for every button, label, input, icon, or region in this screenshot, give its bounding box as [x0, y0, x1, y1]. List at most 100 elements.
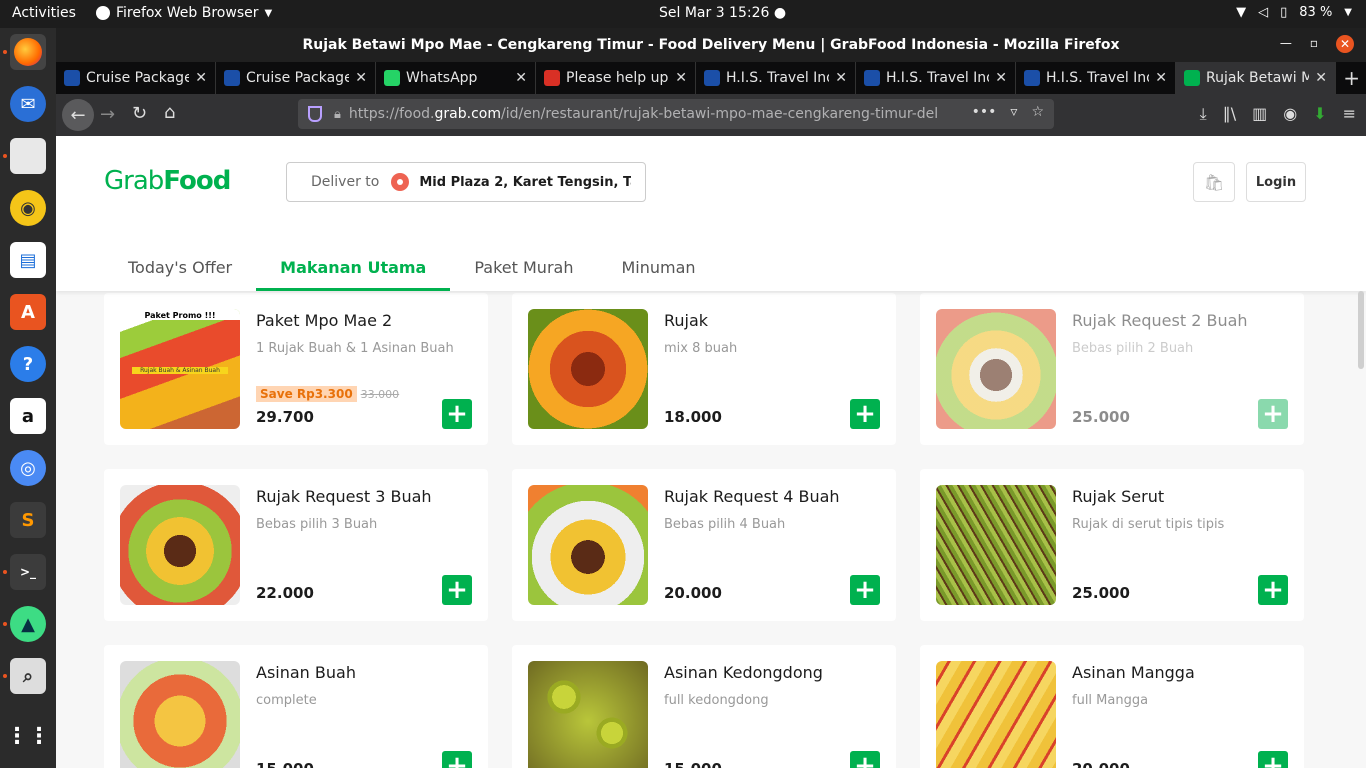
login-button[interactable]: Login	[1246, 162, 1306, 202]
food-image[interactable]	[528, 485, 648, 605]
add-to-cart-button[interactable]: +	[850, 575, 880, 605]
bookmark-star-icon[interactable]: ☆	[1031, 104, 1044, 120]
lock-icon[interactable]: 🔒︎	[334, 107, 341, 122]
web-page: Paket Promo !!! Rujak Buah & Asinan Buah P…	[56, 136, 1366, 768]
menu-tab[interactable]: Makanan Utama	[256, 243, 451, 291]
url-bar[interactable]: 🔒︎ https://food.grab.com/id/en/restauran…	[298, 99, 1054, 129]
browser-tab[interactable]: Please help up ✕	[536, 62, 696, 94]
food-image[interactable]	[936, 309, 1056, 429]
back-button[interactable]: ←	[62, 99, 94, 131]
close-window-icon[interactable]: ✕	[1336, 35, 1354, 53]
amazon-dock-icon[interactable]: a	[10, 398, 46, 434]
browser-tab[interactable]: H.I.S. Travel Indonesia ✕	[1016, 62, 1176, 94]
food-image[interactable]	[120, 485, 240, 605]
food-image[interactable]	[528, 661, 648, 768]
close-tab-icon[interactable]: ✕	[675, 70, 687, 86]
running-indicator	[3, 50, 7, 54]
sidebar-icon[interactable]: ▥	[1252, 104, 1267, 124]
menu-item-card[interactable]: Rujak Request 3 Buah Bebas pilih 3 Buah 22…	[104, 469, 488, 621]
close-tab-icon[interactable]: ✕	[195, 70, 207, 86]
new-tab-icon[interactable]: +	[1343, 66, 1360, 90]
menu-item-card[interactable]: Rujak Request 4 Buah Bebas pilih 4 Buah 20…	[512, 469, 896, 621]
menu-item-card[interactable]: Rujak mix 8 buah 18.000 +	[512, 293, 896, 445]
food-image[interactable]	[120, 661, 240, 768]
close-tab-icon[interactable]: ✕	[355, 70, 367, 86]
menu-item-card[interactable]: Asinan Kedongdong full kedongdong 15.000 +	[512, 645, 896, 768]
url-text[interactable]: https://food.grab.com/id/en/restaurant/r…	[349, 106, 939, 122]
add-to-cart-button[interactable]: +	[442, 399, 472, 429]
clock-label: Sel Mar 3 15:26	[659, 5, 770, 21]
activities-button[interactable]: Activities	[12, 5, 76, 21]
menu-item-card[interactable]: Rujak Request 2 Buah Bebas pilih 2 Buah 25…	[920, 293, 1304, 445]
add-to-cart-button[interactable]: +	[1258, 575, 1288, 605]
thunderbird-dock-icon[interactable]: ✉	[10, 86, 46, 122]
extension-icon[interactable]: ⬇	[1313, 104, 1326, 124]
android-studio-dock-icon[interactable]: ▲	[10, 606, 46, 642]
page-scrollbar[interactable]	[1358, 291, 1364, 369]
browser-tab[interactable]: Rujak Betawi Mpo Mae ✕	[1176, 62, 1336, 94]
menu-item-card[interactable]: Paket Promo !!! Rujak Buah & Asinan Buah P…	[104, 293, 488, 445]
downloads-icon[interactable]: ⤓	[1200, 104, 1207, 124]
cart-button[interactable]: 🛍︎	[1193, 162, 1235, 202]
files-dock-icon[interactable]	[10, 138, 46, 174]
old-price: 33.000	[360, 388, 400, 401]
gmail-icon	[544, 70, 560, 86]
menu-tab[interactable]: Today's Offer	[104, 243, 256, 291]
browser-tab[interactable]: Cruise Packages ✕	[56, 62, 216, 94]
chromium-dock-icon[interactable]: ◎	[10, 450, 46, 486]
close-tab-icon[interactable]: ✕	[1155, 70, 1167, 86]
add-to-cart-button[interactable]: +	[442, 575, 472, 605]
writer-dock-icon[interactable]: ▤	[10, 242, 46, 278]
hamburger-menu-icon[interactable]: ≡	[1343, 104, 1356, 124]
menu-item-card[interactable]: Asinan Buah complete 15.000 +	[104, 645, 488, 768]
firefox-dock-icon[interactable]	[10, 34, 46, 70]
his-icon	[704, 70, 720, 86]
browser-tab[interactable]: H.I.S. Travel Indonesia ✕	[856, 62, 1016, 94]
food-image[interactable]: Paket Promo !!! Rujak Buah & Asinan Buah	[120, 309, 240, 429]
clock[interactable]: Sel Mar 3 15:26 ●	[659, 5, 786, 21]
add-to-cart-button[interactable]: +	[850, 399, 880, 429]
add-to-cart-button[interactable]: +	[1258, 751, 1288, 768]
forward-button[interactable]: →	[100, 104, 115, 125]
maximize-icon[interactable]: ▫	[1310, 36, 1318, 53]
menu-item-card[interactable]: Rujak Serut Rujak di serut tipis tipis 25.…	[920, 469, 1304, 621]
food-image[interactable]	[528, 309, 648, 429]
browser-tab[interactable]: Cruise Packages ✕	[216, 62, 376, 94]
menu-tab[interactable]: Minuman	[597, 243, 719, 291]
app-menu[interactable]: Firefox Web Browser ▼	[96, 5, 272, 21]
add-to-cart-button[interactable]: +	[1258, 399, 1288, 429]
sublime-dock-icon[interactable]: S	[10, 502, 46, 538]
reload-icon[interactable]: ↻	[132, 103, 147, 124]
system-tray[interactable]: ▼ ◁ ▯ 83 % ▼	[1236, 5, 1352, 20]
close-tab-icon[interactable]: ✕	[995, 70, 1007, 86]
battery-icon: ▯	[1280, 5, 1288, 20]
home-icon[interactable]: ⌂	[164, 102, 175, 123]
close-tab-icon[interactable]: ✕	[835, 70, 847, 86]
terminal-dock-icon[interactable]: >_	[10, 554, 46, 590]
tab-title: H.I.S. Travel Indonesia	[1046, 70, 1149, 86]
browser-tab[interactable]: WhatsApp ✕	[376, 62, 536, 94]
deliver-to-field[interactable]: Deliver to Mid Plaza 2, Karet Tengsin, T…	[286, 162, 646, 202]
account-icon[interactable]: ◉	[1283, 104, 1297, 124]
food-image[interactable]	[936, 661, 1056, 768]
minimize-icon[interactable]: —	[1280, 36, 1292, 53]
menu-item-card[interactable]: Asinan Mangga full Mangga 20.000 +	[920, 645, 1304, 768]
rhythmbox-dock-icon[interactable]: ◉	[10, 190, 46, 226]
search-dock-icon[interactable]: ⌕	[10, 658, 46, 694]
food-image[interactable]	[936, 485, 1056, 605]
help-dock-icon[interactable]: ?	[10, 346, 46, 382]
page-actions-icon[interactable]: •••	[972, 104, 997, 120]
pocket-icon[interactable]: ▿	[1010, 104, 1017, 120]
add-to-cart-button[interactable]: +	[442, 751, 472, 768]
close-tab-icon[interactable]: ✕	[515, 70, 527, 86]
tracking-shield-icon[interactable]	[308, 106, 322, 122]
grabfood-logo[interactable]: GrabFood	[104, 166, 231, 196]
software-dock-icon[interactable]: A	[10, 294, 46, 330]
browser-tab[interactable]: H.I.S. Travel Indonesia ✕	[696, 62, 856, 94]
close-tab-icon[interactable]: ✕	[1315, 70, 1327, 86]
his-icon	[1024, 70, 1040, 86]
library-icon[interactable]: ∥\	[1223, 104, 1236, 124]
add-to-cart-button[interactable]: +	[850, 751, 880, 768]
show-apps-icon[interactable]: ⋮⋮	[6, 718, 50, 754]
menu-tab[interactable]: Paket Murah	[450, 243, 597, 291]
